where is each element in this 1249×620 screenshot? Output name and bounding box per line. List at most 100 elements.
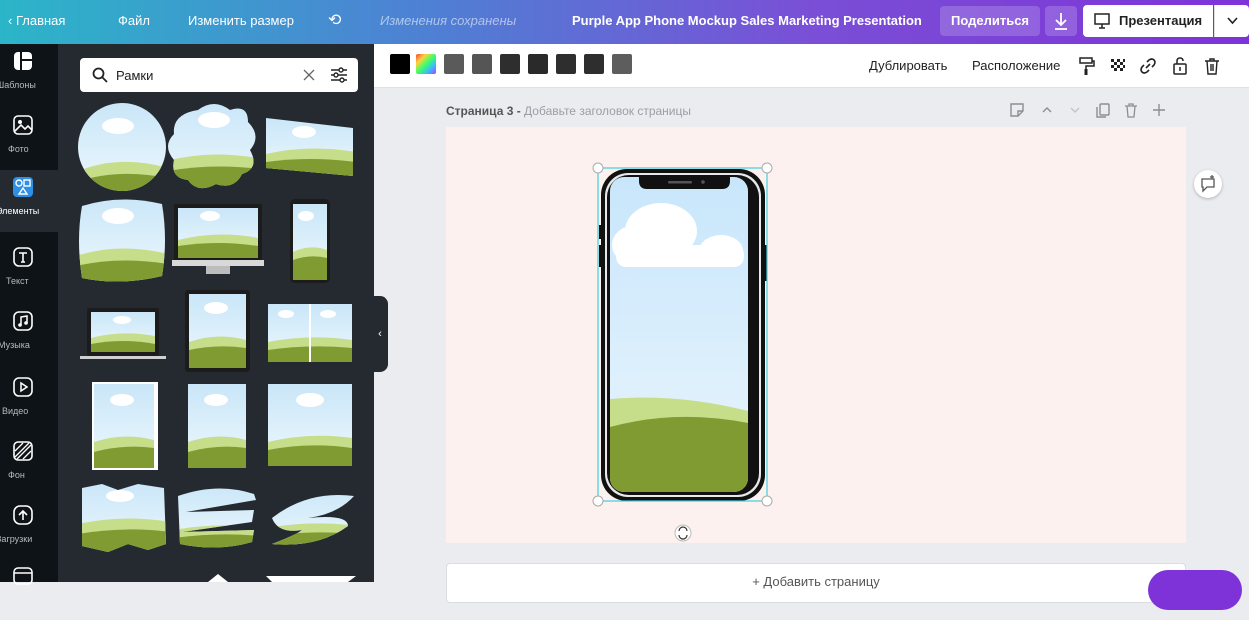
arrange-button[interactable]: Расположение <box>972 58 1060 73</box>
frame-monitor[interactable] <box>172 204 264 274</box>
side-rail: Шаблоны Фото Элементы Текст Музыка Видео… <box>0 44 58 585</box>
rail-label: Фон <box>8 470 25 480</box>
rail-label: Шаблоны <box>0 80 36 90</box>
frame-laptop[interactable] <box>80 308 166 359</box>
download-icon <box>1055 13 1067 30</box>
rail-item-music[interactable]: Музыка <box>0 304 58 366</box>
video-icon <box>13 377 33 397</box>
download-button[interactable] <box>1045 6 1077 36</box>
collapse-panel-button[interactable]: ‹ <box>372 296 388 372</box>
resize-menu[interactable]: Изменить размер <box>188 13 294 28</box>
frame-book[interactable] <box>268 304 352 362</box>
frame-tablet[interactable] <box>185 290 250 372</box>
frame-torn[interactable] <box>78 480 170 556</box>
resize-handle[interactable] <box>761 495 773 507</box>
frame-scalloped[interactable] <box>162 98 266 198</box>
frame-square[interactable] <box>268 384 352 466</box>
frame-splash[interactable] <box>268 484 358 554</box>
rail-item-video[interactable]: Видео <box>0 370 58 432</box>
share-button[interactable]: Поделиться <box>940 6 1040 36</box>
trash-icon[interactable] <box>1202 56 1222 76</box>
frame-phone[interactable] <box>290 199 330 283</box>
frame-perspective[interactable] <box>266 116 356 178</box>
color-swatch[interactable] <box>416 54 436 74</box>
copy-page-icon[interactable] <box>1094 101 1112 119</box>
resize-handle[interactable] <box>592 495 604 507</box>
background-icon <box>13 441 33 461</box>
chevron-down-icon[interactable] <box>1066 101 1084 119</box>
present-label: Презентация <box>1119 13 1203 28</box>
frame-partial[interactable] <box>208 574 228 582</box>
frame-brush[interactable] <box>174 480 260 556</box>
frames-grid <box>76 98 358 582</box>
music-icon <box>13 311 33 331</box>
frame-rounded[interactable] <box>76 194 168 286</box>
rail-label: Фото <box>8 144 29 154</box>
rail-item-elements[interactable]: Элементы <box>0 170 58 232</box>
color-swatch[interactable] <box>500 54 520 74</box>
frame-portrait[interactable] <box>188 384 246 468</box>
chevron-up-icon[interactable] <box>1038 101 1056 119</box>
frame-partial[interactable] <box>266 576 356 582</box>
frame-book-cover[interactable] <box>92 382 158 470</box>
color-swatch[interactable] <box>528 54 548 74</box>
link-icon[interactable] <box>1138 56 1158 76</box>
page-title[interactable]: Страница 3 - Добавьте заголовок страницы <box>446 104 691 118</box>
resize-handle[interactable] <box>592 162 604 174</box>
transparency-icon[interactable] <box>1108 56 1128 76</box>
elements-icon <box>13 177 33 197</box>
canvas-content <box>592 162 773 542</box>
add-page-icon[interactable] <box>1150 101 1168 119</box>
help-button[interactable] <box>1148 570 1242 610</box>
phone-mockup[interactable] <box>599 169 767 501</box>
chevron-down-icon <box>1227 17 1238 25</box>
color-swatch[interactable] <box>472 54 492 74</box>
rail-item-text[interactable]: Текст <box>0 240 58 302</box>
home-label: Главная <box>15 13 66 28</box>
photo-icon <box>13 115 33 135</box>
rotate-handle[interactable] <box>674 524 692 542</box>
frame-circle[interactable] <box>76 102 168 194</box>
top-bar: ‹ Главная Файл Изменить размер ⟲ Изменен… <box>0 0 1249 44</box>
rail-label: Загрузки <box>0 534 33 544</box>
color-swatch[interactable] <box>612 54 632 74</box>
page-subtitle-placeholder[interactable]: Добавьте заголовок страницы <box>524 104 691 118</box>
undo-icon[interactable]: ⟲ <box>328 10 341 30</box>
rail-label: Музыка <box>0 340 30 350</box>
paint-format-icon[interactable] <box>1076 56 1096 76</box>
note-icon[interactable] <box>1008 101 1026 119</box>
rail-item-background[interactable]: Фон <box>0 434 58 496</box>
templates-icon <box>14 52 32 70</box>
saved-status: Изменения сохранены <box>380 13 517 28</box>
rail-label: Видео <box>2 406 29 416</box>
duplicate-button[interactable]: Дублировать <box>869 58 947 73</box>
home-link[interactable]: ‹ Главная <box>8 13 65 28</box>
add-page-button[interactable]: + Добавить страницу <box>446 563 1186 603</box>
color-swatch[interactable] <box>444 54 464 74</box>
editor-toolbar: Дублировать Расположение <box>374 44 1249 88</box>
elements-panel: Рамки <box>58 44 374 582</box>
page-number-label: Страница 3 - <box>446 104 525 118</box>
text-icon <box>13 247 33 267</box>
present-dropdown[interactable] <box>1214 5 1249 37</box>
lock-icon[interactable] <box>1170 56 1190 76</box>
color-swatch[interactable] <box>584 54 604 74</box>
folder-icon <box>13 567 33 585</box>
delete-page-icon[interactable] <box>1122 101 1140 119</box>
rail-item-uploads[interactable]: Загрузки <box>0 498 58 560</box>
add-comment-button[interactable] <box>1194 170 1222 198</box>
document-title[interactable]: Purple App Phone Mockup Sales Marketing … <box>572 13 922 28</box>
color-swatch[interactable] <box>556 54 576 74</box>
hill-dark <box>610 416 748 492</box>
resize-handle[interactable] <box>761 162 773 174</box>
rail-label: Элементы <box>0 206 40 216</box>
rail-item-templates[interactable]: Шаблоны <box>0 44 58 106</box>
present-button[interactable]: Презентация <box>1083 5 1213 37</box>
color-swatch[interactable] <box>390 54 410 74</box>
rail-item-folder[interactable] <box>0 558 58 620</box>
file-menu[interactable]: Файл <box>118 13 150 28</box>
comment-icon <box>1201 175 1215 193</box>
uploads-icon <box>13 505 33 525</box>
rail-item-photo[interactable]: Фото <box>0 108 58 170</box>
design-canvas[interactable] <box>446 127 1186 543</box>
